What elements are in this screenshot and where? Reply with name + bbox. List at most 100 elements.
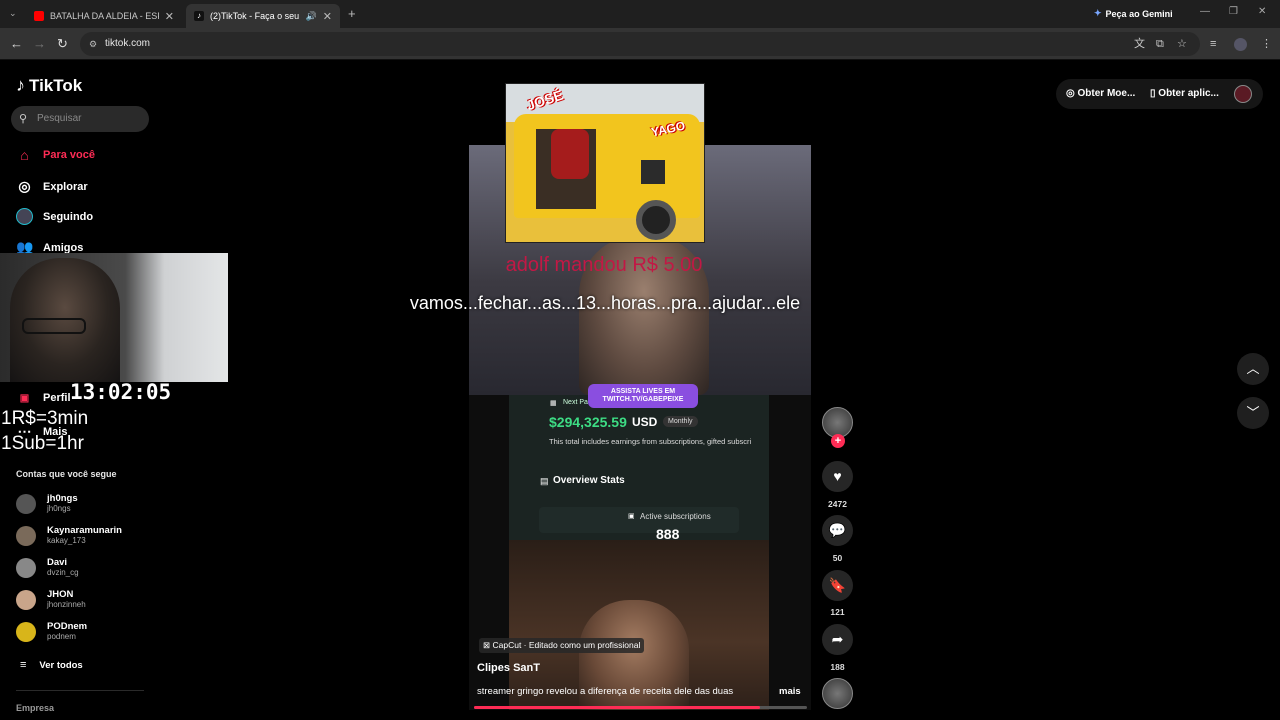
gemini-label: Peça ao Gemini [1105, 8, 1173, 19]
logo-text: TikTok [29, 75, 83, 95]
stream-subtitle: vamos...fechar...as...13...horas...pra..… [409, 293, 801, 313]
close-tab-icon[interactable]: ✕ [323, 10, 332, 23]
avatar [16, 493, 36, 514]
get-app-button[interactable]: ▯ Obter aplic... [1150, 88, 1219, 99]
chevron-down-icon: ﹀ [1246, 405, 1260, 420]
gemini-sparkle-icon: ✦ [1094, 8, 1102, 18]
coin-icon: ◎ [1066, 88, 1075, 99]
get-app-label: Obter aplic... [1158, 88, 1219, 99]
phone-icon: ▯ [1150, 88, 1156, 99]
tab-youtube[interactable]: BATALHA DA ALDEIA - ESPECIAL ✕ [26, 4, 182, 28]
account-handle: dvzin_cg [47, 568, 79, 577]
sound-disc[interactable] [822, 678, 853, 709]
menu-kebab-icon[interactable]: ⋮ [1261, 37, 1272, 51]
nav-label: Para você [43, 149, 95, 161]
previous-video-button[interactable]: ︿ [1237, 353, 1269, 385]
following-account-davi[interactable]: Davi dvzin_cg [16, 557, 79, 578]
capcut-icon: ⊠ [483, 640, 491, 650]
save-count: 121 [830, 607, 845, 617]
translate-icon[interactable]: 文 [1134, 37, 1145, 51]
browser-tab-bar: ⌄ BATALHA DA ALDEIA - ESPECIAL ✕ ♪ (2)Ti… [0, 0, 1280, 28]
save-button[interactable]: 🔖 [822, 570, 853, 601]
search-input[interactable]: ⚲ Pesquisar [11, 106, 149, 132]
comment-icon: 💬 [828, 522, 847, 538]
search-icon: ⚲ [19, 113, 28, 125]
avatar [16, 557, 36, 578]
footer-company-link[interactable]: Empresa [16, 703, 54, 713]
close-window-icon[interactable]: ✕ [1258, 6, 1266, 17]
divider [16, 690, 144, 691]
earnings-amount: $294,325.59 [549, 414, 627, 430]
see-all-button[interactable]: ≡ Ver todos [20, 659, 83, 671]
account-name: JHON [47, 589, 74, 600]
close-tab-icon[interactable]: ✕ [165, 10, 174, 23]
address-bar[interactable]: ⚙ tiktok.com [80, 32, 1200, 56]
media-controls-icon[interactable]: ≡ [1210, 37, 1216, 51]
follow-plus-icon[interactable]: + [831, 434, 845, 448]
currency-label: USD [632, 415, 658, 429]
user-avatar[interactable] [1234, 85, 1252, 103]
audio-playing-icon[interactable]: 🔊 [306, 11, 317, 22]
profile-icon: ▣ [19, 392, 30, 404]
next-video-button[interactable]: ﹀ [1237, 397, 1269, 429]
chevron-up-icon: ︿ [1246, 361, 1260, 376]
restore-icon[interactable]: ❐ [1229, 6, 1238, 17]
following-account-podnem[interactable]: PODnem podnem [16, 621, 87, 642]
donation-alert: adolf mandou R$ 5.00 [505, 254, 703, 276]
glasses [22, 318, 86, 334]
video-progress-bar[interactable] [474, 706, 807, 709]
following-account-kaynaramunarin[interactable]: Kaynaramunarin kakay_173 [16, 525, 122, 546]
following-account-jhon[interactable]: JHON jhonzinneh [16, 589, 86, 610]
site-settings-icon[interactable]: ⚙ [89, 32, 97, 56]
avatar [16, 621, 36, 642]
nav-item-explore[interactable]: ◎ Explorar [16, 178, 88, 195]
more-caption-button[interactable]: mais [779, 686, 801, 697]
video-author[interactable]: Clipes SanT [477, 662, 540, 674]
following-section-title: Contas que você segue [16, 469, 117, 479]
tab-tiktok[interactable]: ♪ (2)TikTok - Faça o seu dia 🔊 ✕ [186, 4, 340, 28]
gemini-button[interactable]: ✦ Peça ao Gemini [1094, 8, 1173, 19]
account-name: jh0ngs [47, 493, 78, 504]
tab-title: BATALHA DA ALDEIA - ESPECIAL [50, 11, 159, 21]
nav-label: Seguindo [43, 210, 94, 223]
nav-item-profile[interactable]: ▣ Perfil [16, 392, 71, 404]
capcut-label: CapCut · Editado como um profissional [492, 640, 641, 650]
comment-button[interactable]: 💬 [822, 515, 853, 546]
back-icon[interactable]: ← [10, 36, 23, 52]
nav-label: Explorar [43, 180, 88, 193]
like-count: 2472 [828, 499, 847, 509]
tiktok-note-icon: ♪ [16, 75, 25, 95]
bookmark-star-icon[interactable]: ☆ [1177, 37, 1187, 51]
nav-item-following[interactable]: Seguindo [16, 208, 93, 225]
get-coins-label: Obter Moe... [1077, 88, 1136, 99]
video-second-streamer [509, 540, 769, 710]
list-icon: ≡ [20, 659, 27, 671]
get-coins-button[interactable]: ◎ Obter Moe... [1066, 88, 1135, 99]
stream-timer: 13:02:05 [70, 380, 172, 404]
twitch-line1: ASSISTA LIVES EM [610, 388, 676, 395]
capcut-badge[interactable]: ⊠ CapCut · Editado como um profissional [479, 638, 645, 653]
home-icon: ⌂ [20, 147, 29, 163]
following-account-jh0ngs[interactable]: jh0ngs jh0ngs [16, 493, 78, 514]
person-jose [551, 129, 589, 179]
streamer-webcam [0, 253, 228, 382]
like-button[interactable]: ♥ [822, 461, 853, 492]
nav-label: Perfil [43, 392, 71, 404]
forward-icon[interactable]: → [33, 36, 46, 52]
avatar [16, 525, 36, 546]
account-handle: podnem [47, 632, 76, 641]
reload-icon[interactable]: ↻ [57, 36, 68, 52]
tiktok-logo[interactable]: ♪ TikTok [16, 75, 82, 96]
earnings-description: This total includes earnings from subscr… [549, 437, 752, 446]
new-tab-icon[interactable]: + [348, 6, 356, 21]
profile-avatar-icon[interactable] [1234, 38, 1247, 51]
minimize-icon[interactable]: — [1200, 6, 1210, 17]
nav-item-for-you[interactable]: ⌂ Para você [16, 147, 95, 163]
browser-toolbar: ← → ↻ ⚙ tiktok.com 文 ⧉ ☆ ≡ ⋮ [0, 28, 1280, 60]
account-handle: kakay_173 [47, 536, 86, 545]
rate-sub: 1Sub=1hr [1, 433, 84, 454]
heart-icon: ♥ [833, 468, 842, 484]
share-button[interactable]: ➦ [822, 624, 853, 655]
install-app-icon[interactable]: ⧉ [1156, 37, 1164, 51]
tab-list-chevron-icon[interactable]: ⌄ [9, 8, 17, 19]
